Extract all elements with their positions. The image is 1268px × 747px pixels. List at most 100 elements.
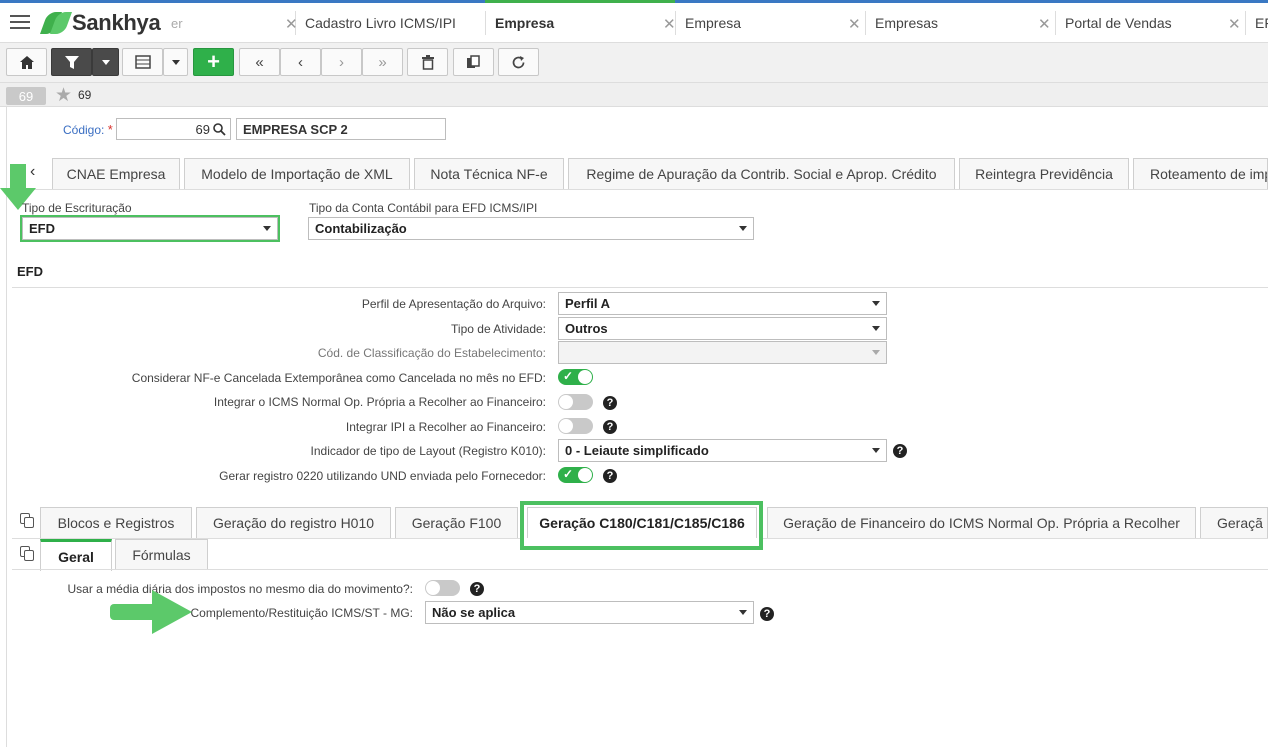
- tab-label: Reintegra Previdência: [975, 166, 1113, 182]
- top-tab-empresa[interactable]: ✕ Empresa: [663, 3, 741, 43]
- complemento-label: Complemento/Restituição ICMS/ST - MG:: [190, 606, 413, 620]
- check-icon: ✓: [563, 467, 574, 481]
- double-chevron-left-icon: «: [255, 53, 264, 71]
- record-number: 69: [78, 88, 92, 102]
- double-chevron-right-icon: »: [378, 53, 387, 71]
- atividade-select[interactable]: Outros: [558, 317, 887, 340]
- classificacao-select[interactable]: [558, 341, 887, 364]
- close-icon[interactable]: ✕: [663, 15, 676, 33]
- close-icon[interactable]: ✕: [1038, 15, 1051, 33]
- top-tab-bar: Sankhya er ✕ Cadastro Livro ICMS/IPI Emp…: [0, 0, 1268, 43]
- complemento-select[interactable]: Não se aplica: [425, 601, 754, 624]
- help-icon[interactable]: ?: [470, 582, 484, 596]
- toolbar: + « ‹ › »: [0, 43, 1268, 83]
- chevron-down-icon: [739, 610, 747, 615]
- icms-normal-label: Integrar o ICMS Normal Op. Própria a Rec…: [213, 395, 546, 409]
- tab-label: Fórmulas: [132, 547, 191, 563]
- required-marker: *: [107, 122, 113, 137]
- help-icon[interactable]: ?: [603, 420, 617, 434]
- tab-label: Blocos e Registros: [57, 515, 175, 531]
- star-icon[interactable]: ★: [55, 84, 72, 107]
- top-tab-ef[interactable]: ✕ EF: [1228, 3, 1268, 43]
- first-record-button[interactable]: «: [239, 48, 280, 76]
- delete-button[interactable]: [407, 48, 448, 76]
- top-tab-label: Empresa: [495, 15, 555, 31]
- record-bar: 69 ★ 69: [0, 83, 1268, 107]
- tab-roteamento[interactable]: Roteamento de imp: [1133, 158, 1268, 189]
- tab-label: Nota Técnica NF-e: [430, 166, 548, 182]
- tab-regime-apuracao[interactable]: Regime de Apuração da Contrib. Social e …: [568, 158, 955, 189]
- tab-geracao-h010[interactable]: Geração do registro H010: [196, 507, 391, 538]
- tab-geracao-f100[interactable]: Geração F100: [395, 507, 518, 538]
- nfe-cancelada-toggle[interactable]: ✓: [558, 369, 593, 385]
- help-icon[interactable]: ?: [603, 396, 617, 410]
- refresh-button[interactable]: [498, 48, 539, 76]
- tipo-conta-select[interactable]: Contabilização: [308, 217, 754, 240]
- plus-icon: +: [207, 49, 220, 74]
- copy-icon[interactable]: [20, 546, 34, 561]
- tipo-conta-label: Tipo da Conta Contábil para EFD ICMS/IPI: [309, 201, 538, 215]
- tab-blocos-registros[interactable]: Blocos e Registros: [40, 507, 192, 538]
- atividade-value: Outros: [565, 321, 608, 336]
- tab-geral[interactable]: Geral: [40, 539, 112, 571]
- add-button[interactable]: +: [193, 48, 234, 76]
- tab-cnae-empresa[interactable]: CNAE Empresa: [52, 158, 180, 189]
- chevron-down-icon: [739, 226, 747, 231]
- next-record-button[interactable]: ›: [321, 48, 362, 76]
- top-tab-label: Portal de Vendas: [1065, 15, 1172, 31]
- tab-nota-tecnica-nfe[interactable]: Nota Técnica NF-e: [414, 158, 564, 189]
- codigo-input[interactable]: 69: [116, 118, 231, 140]
- tab-geracao-more[interactable]: Geraçã: [1200, 507, 1268, 538]
- grid-view-dropdown-button[interactable]: [163, 48, 188, 76]
- menu-icon[interactable]: [10, 15, 30, 29]
- empresa-name-field[interactable]: EMPRESA SCP 2: [236, 118, 446, 140]
- tab-label: Geraçã: [1217, 515, 1263, 531]
- codigo-label: Código: *: [63, 122, 113, 137]
- tab-reintegra-previdencia[interactable]: Reintegra Previdência: [959, 158, 1129, 189]
- layout-value: 0 - Leiaute simplificado: [565, 443, 709, 458]
- tab-geracao-financeiro-icms[interactable]: Geração de Financeiro do ICMS Normal Op.…: [767, 507, 1196, 538]
- help-icon[interactable]: ?: [893, 444, 907, 458]
- chevron-down-icon: [101, 59, 110, 65]
- close-icon[interactable]: ✕: [1228, 15, 1241, 33]
- close-icon[interactable]: ✕: [285, 15, 298, 33]
- chevron-left-icon: ‹: [298, 53, 303, 71]
- record-badge[interactable]: 69: [6, 87, 46, 105]
- layout-label: Indicador de tipo de Layout (Registro K0…: [310, 444, 546, 458]
- tab-divider: [12, 569, 1268, 570]
- chevron-down-icon: [872, 448, 880, 453]
- top-tab-empresa-active[interactable]: Empresa: [485, 0, 675, 43]
- grid-view-button[interactable]: [122, 48, 163, 76]
- duplicate-button[interactable]: [453, 48, 494, 76]
- copy-icon[interactable]: [20, 513, 34, 528]
- tab-modelo-importacao-xml[interactable]: Modelo de Importação de XML: [184, 158, 410, 189]
- tab-divider: [763, 538, 1268, 539]
- search-icon[interactable]: [213, 123, 226, 136]
- top-tab-portal[interactable]: ✕ Portal de Vendas: [1038, 3, 1172, 43]
- last-record-button[interactable]: »: [362, 48, 403, 76]
- help-icon[interactable]: ?: [603, 469, 617, 483]
- perfil-select[interactable]: Perfil A: [558, 292, 887, 315]
- help-icon[interactable]: ?: [760, 607, 774, 621]
- media-toggle[interactable]: [425, 580, 460, 596]
- icms-normal-toggle[interactable]: [558, 394, 593, 410]
- tab-formulas[interactable]: Fórmulas: [115, 539, 208, 570]
- codigo-value: 69: [195, 121, 210, 137]
- tab-label: Geração do registro H010: [212, 515, 375, 531]
- ipi-toggle[interactable]: [558, 418, 593, 434]
- close-icon[interactable]: ✕: [848, 15, 861, 33]
- complemento-value: Não se aplica: [432, 605, 516, 620]
- registro-0220-toggle[interactable]: ✓: [558, 467, 593, 483]
- filter-dropdown-button[interactable]: [92, 48, 119, 76]
- home-button[interactable]: [6, 48, 47, 76]
- top-tab-cadastro[interactable]: ✕ Cadastro Livro ICMS/IPI: [285, 3, 456, 43]
- top-tab-empresas[interactable]: ✕ Empresas: [848, 3, 938, 43]
- chevron-down-icon: [872, 326, 880, 331]
- filter-icon: [64, 55, 79, 69]
- previous-record-button[interactable]: ‹: [280, 48, 321, 76]
- highlight-box: [520, 501, 763, 550]
- filter-button[interactable]: [51, 48, 92, 76]
- layout-select[interactable]: 0 - Leiaute simplificado: [558, 439, 887, 462]
- tab-label: Geração de Financeiro do ICMS Normal Op.…: [783, 515, 1180, 531]
- tab-label: Roteamento de imp: [1150, 166, 1268, 182]
